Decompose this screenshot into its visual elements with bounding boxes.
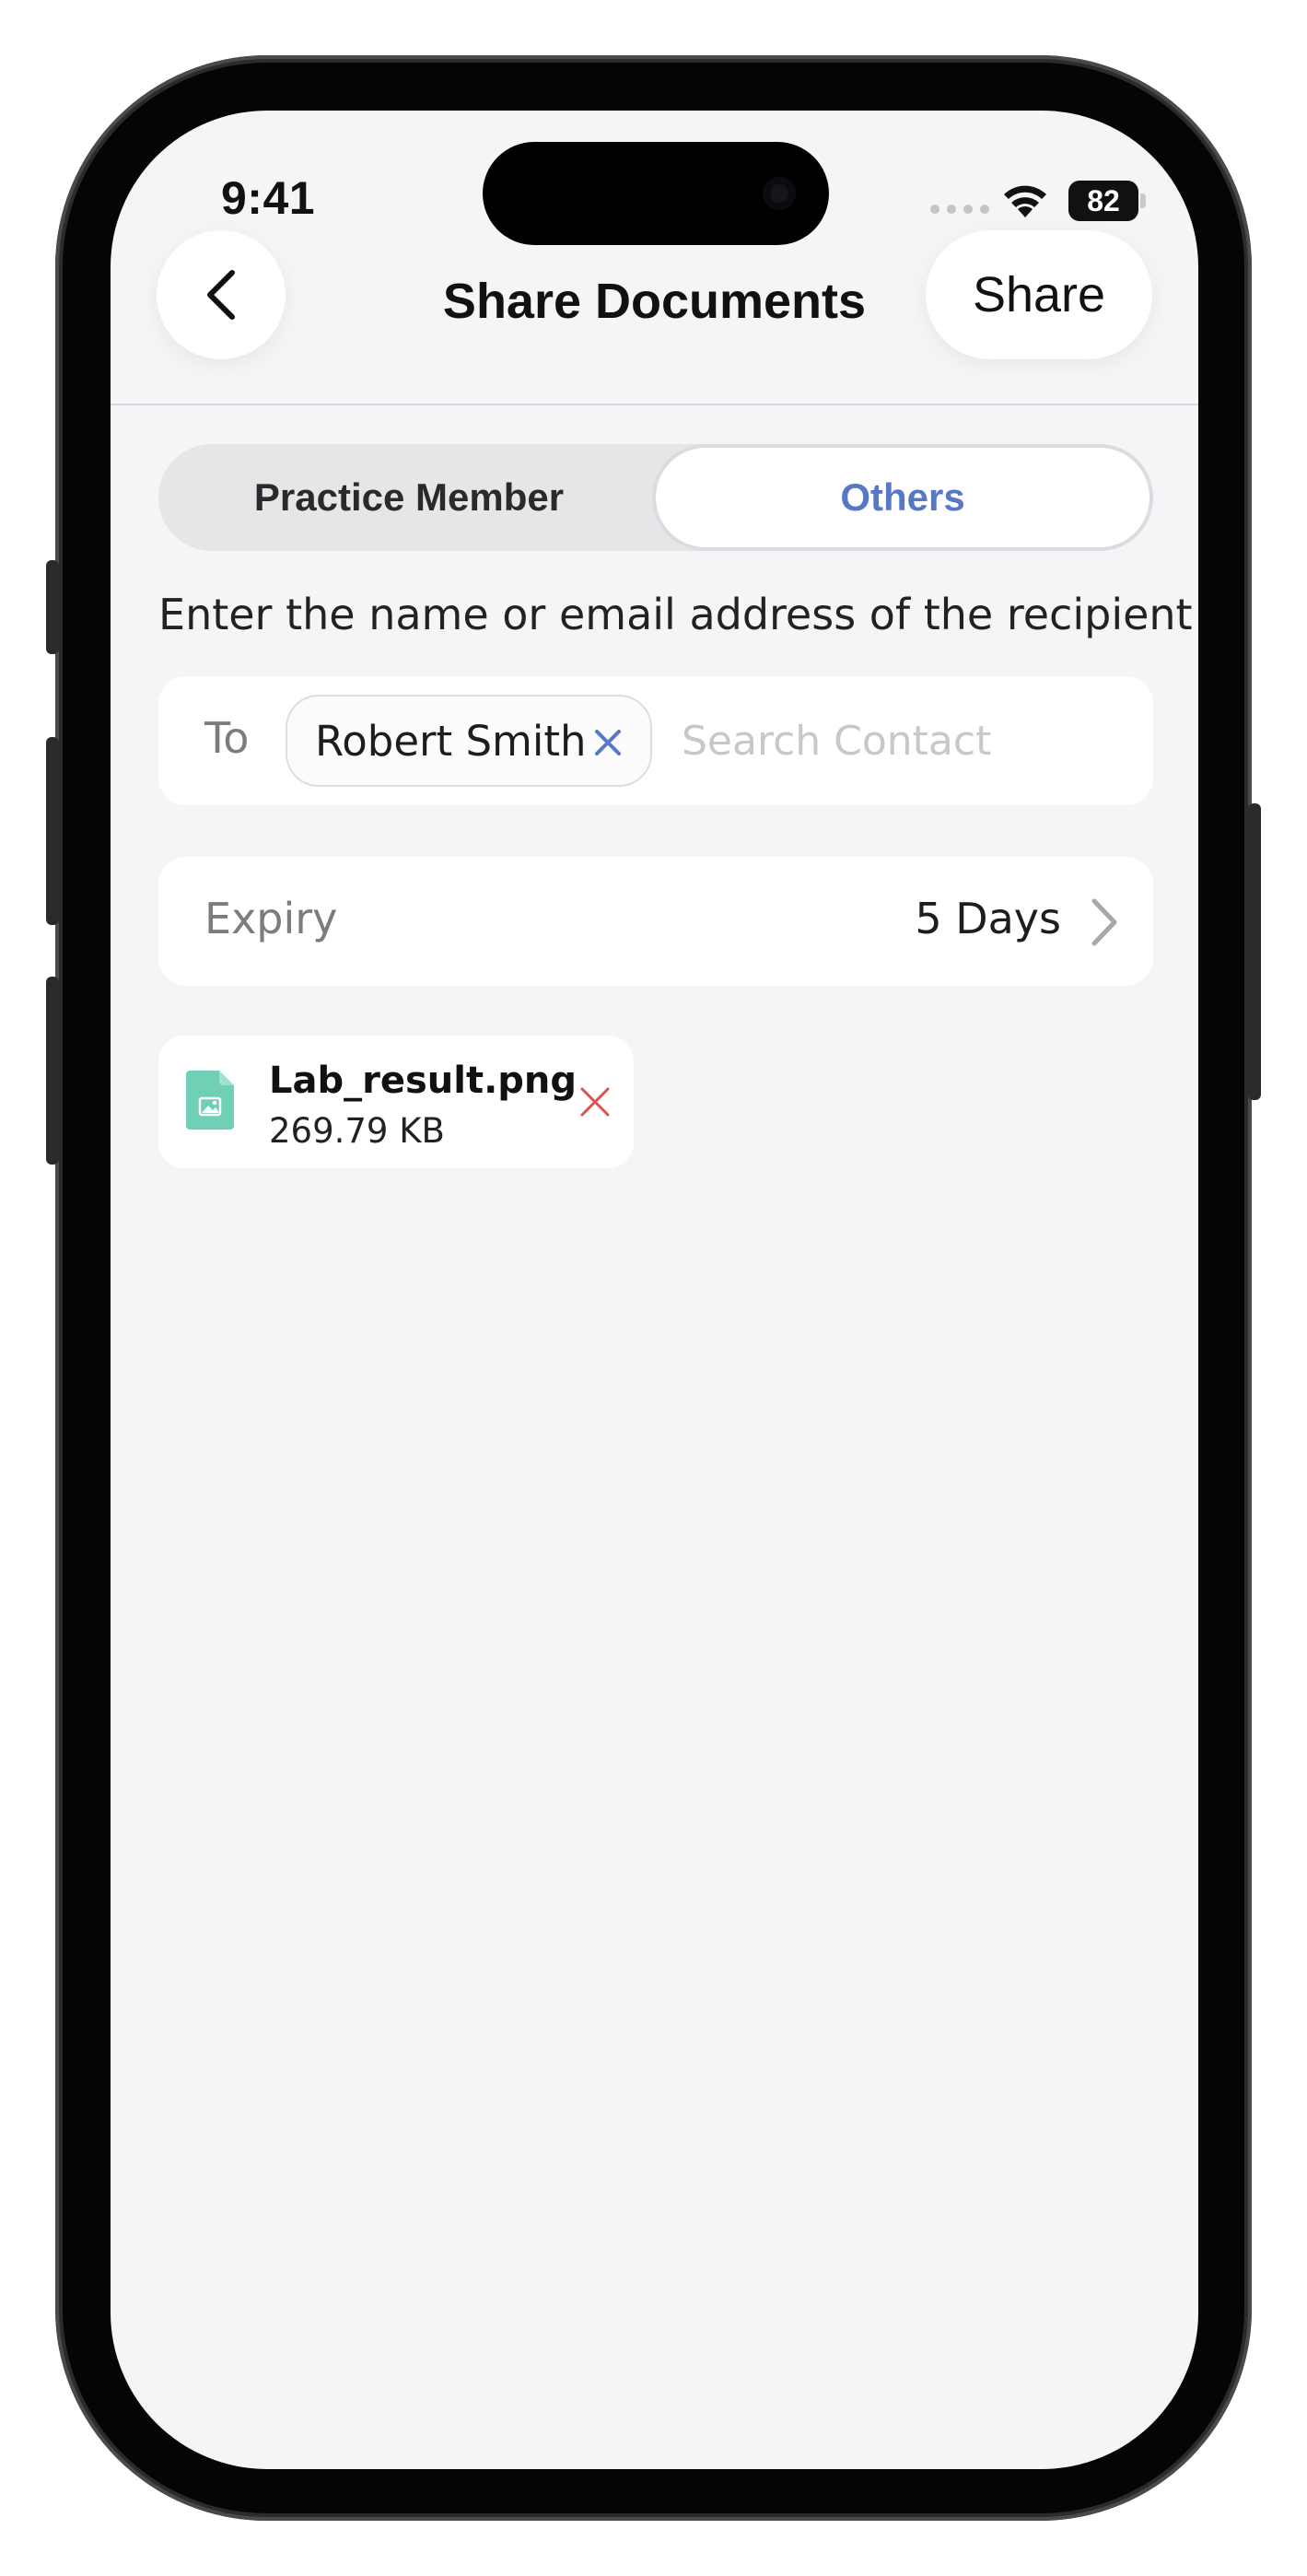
search-contact-input[interactable] xyxy=(682,708,1124,774)
recipient-chip-label: Robert Smith xyxy=(315,716,587,766)
image-file-icon xyxy=(186,1071,234,1130)
power-button xyxy=(1248,803,1261,1100)
status-bar: 9:41 82 xyxy=(111,111,1198,249)
tab-practice-member[interactable]: Practice Member xyxy=(162,448,656,547)
recipient-field[interactable]: To Robert Smith xyxy=(158,676,1153,805)
expiry-label: Expiry xyxy=(204,894,338,943)
to-label: To xyxy=(204,713,250,763)
cellular-signal-icon xyxy=(930,205,989,214)
battery-level: 82 xyxy=(1087,183,1120,217)
recipient-chip[interactable]: Robert Smith xyxy=(286,695,652,787)
remove-recipient-icon[interactable] xyxy=(591,726,624,759)
dynamic-island xyxy=(483,142,829,245)
app-screen: 9:41 82 Share Documents Share Practice M… xyxy=(111,111,1198,2469)
action-button xyxy=(46,560,59,654)
chevron-right-icon xyxy=(1091,898,1117,946)
expiry-row[interactable]: Expiry 5 Days xyxy=(158,857,1153,986)
expiry-value: 5 Days xyxy=(915,894,1061,943)
attachment-name: Lab_result.png xyxy=(269,1060,578,1102)
battery-tip xyxy=(1140,193,1146,208)
wifi-icon xyxy=(1004,185,1046,217)
camera-icon xyxy=(763,177,796,210)
share-button[interactable]: Share xyxy=(926,230,1152,359)
recipient-instruction: Enter the name or email address of the r… xyxy=(158,590,1193,639)
battery-icon: 82 xyxy=(1068,181,1138,221)
tab-others[interactable]: Others xyxy=(656,448,1149,547)
volume-down-button xyxy=(46,977,59,1165)
remove-attachment-icon[interactable] xyxy=(577,1083,613,1120)
attachment-size: 269.79 KB xyxy=(269,1111,445,1151)
status-time: 9:41 xyxy=(221,172,316,224)
attachment-item: Lab_result.png 269.79 KB xyxy=(158,1036,634,1168)
recipient-type-segmented-control: Practice Member Others xyxy=(158,444,1153,551)
volume-up-button xyxy=(46,737,59,925)
